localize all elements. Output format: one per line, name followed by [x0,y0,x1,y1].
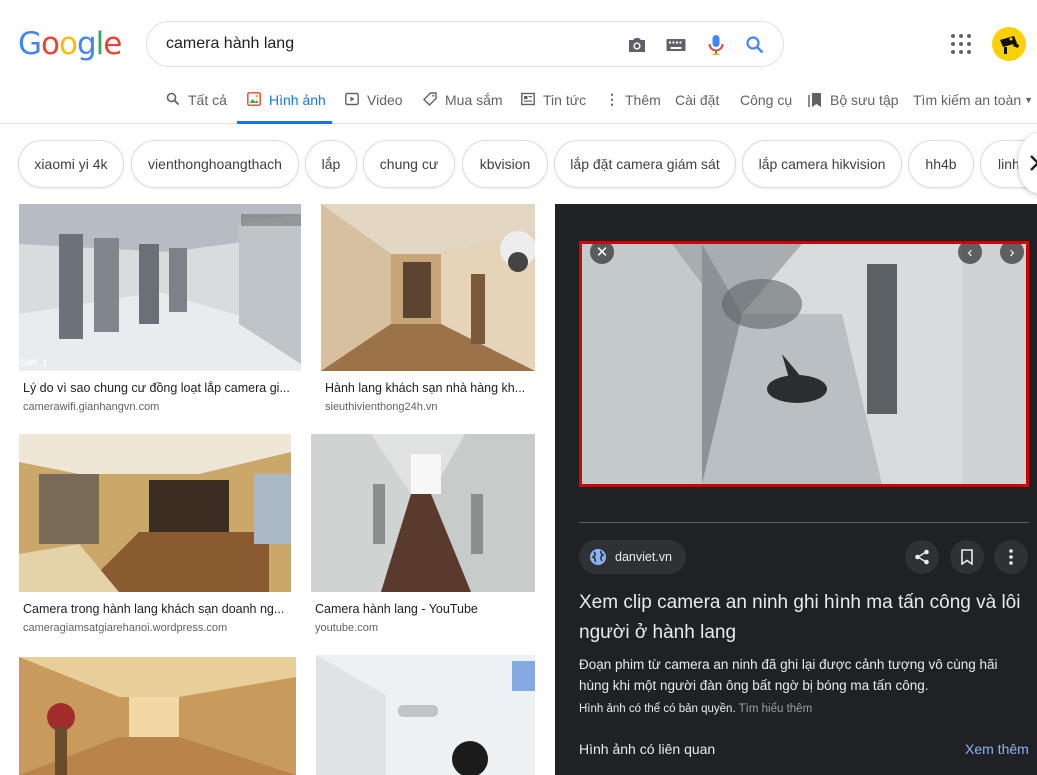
tab-news[interactable]: Tin tức [521,84,586,124]
see-more-link[interactable]: Xem thêm [965,741,1029,757]
close-icon[interactable]: ✕ [590,244,614,264]
result-thumbnail[interactable] [316,655,535,775]
tab-images[interactable]: Hình ảnh [237,84,332,124]
result-title[interactable]: Camera trong hành lang khách sạn doanh n… [23,602,288,616]
play-icon [345,92,361,108]
news-icon [521,92,537,108]
copyright-notice: Hình ảnh có thể có bản quyền. Tìm hiểu t… [579,703,812,715]
globe-icon [589,548,607,566]
safesearch-dropdown[interactable]: Tìm kiếm an toàn ▼ [913,84,1033,124]
caret-down-icon: ▼ [1024,95,1034,105]
save-button[interactable] [950,540,984,574]
result-thumbnail[interactable] [19,657,296,775]
chevron-right-icon[interactable]: › [1000,244,1024,264]
preview-image[interactable]: ✕ ‹ › [579,241,1029,487]
result-thumbnail[interactable]: CAM 3 [19,204,301,371]
learn-more-link[interactable]: Tìm hiểu thêm [739,703,813,715]
related-images-heading: Hình ảnh có liên quan [579,741,716,757]
search-input[interactable]: camera hành lang [166,35,294,53]
chip[interactable]: lắp [305,140,357,188]
tab-collections[interactable]: Bộ sưu tập [808,84,899,124]
result-site: sieuthivienthong24h.vn [325,401,438,413]
more-options-button[interactable] [994,540,1028,574]
tab-label: Tất cả [188,92,227,108]
result-title[interactable]: Camera hành lang - YouTube [315,602,530,616]
chevron-left-icon[interactable]: ‹ [958,244,982,264]
search-box[interactable]: camera hành lang [146,21,784,67]
tab-label: Bộ sưu tập [830,92,899,108]
result-site: camerawifi.gianhangvn.com [23,401,160,413]
copyright-text: Hình ảnh có thể có bản quyền. [579,703,736,715]
tab-label: Video [367,92,403,108]
result-thumbnail[interactable] [311,434,535,592]
tab-tools[interactable]: Công cụ [740,84,792,124]
tag-icon [423,92,439,108]
tab-all[interactable]: Tất cả [166,84,227,124]
related-chips: xiaomi yi 4k vienthonghoangthach lắp chu… [0,124,1037,204]
source-site-link[interactable]: danviet.vn [579,540,686,574]
share-button[interactable] [905,540,939,574]
tab-videos[interactable]: Video [345,84,403,124]
logo-letter: l [95,26,105,62]
header: Google camera hành lang Tất cả Hình ảnh … [0,0,1037,124]
image-overlay-text: CAM 3 [20,359,48,369]
result-thumbnail[interactable] [321,204,535,371]
image-preview-panel: ✕ ‹ › danviet.vn Xem clip camera an ninh… [555,204,1037,775]
source-site-label: danviet.vn [615,550,672,564]
google-logo[interactable]: Google [18,26,122,62]
search-icon [166,92,182,108]
result-site: cameragiamsatgiarehanoi.wordpress.com [23,622,228,634]
more-vert-icon: ⋮ [605,91,619,107]
tab-settings[interactable]: Cài đặt [675,84,719,124]
result-title[interactable]: Hành lang khách sạn nhà hàng kh... [325,381,530,395]
tab-label: Cài đặt [675,92,720,108]
share-icon [915,549,929,565]
chip[interactable]: kbvision [462,140,548,188]
logo-letter: o [41,26,60,62]
more-vert-icon [1009,549,1013,565]
logo-letter: o [59,26,78,62]
chip[interactable]: lắp camera hikvision [742,140,902,188]
bookmark-icon [961,549,973,565]
tab-label: Hình ảnh [269,92,326,108]
tab-shopping[interactable]: Mua sắm [423,84,503,124]
tab-label: Tìm kiếm an toàn [913,92,1022,108]
tab-label: Tin tức [543,92,587,108]
chip[interactable]: vienthonghoangthach [131,140,299,188]
microphone-icon[interactable] [704,33,728,57]
chip[interactable]: xiaomi yi 4k [18,140,124,188]
search-tabs: Tất cả Hình ảnh Video Mua sắm Tin tức ⋮ … [0,84,1037,124]
camera-icon[interactable] [625,33,649,57]
avatar[interactable] [992,27,1026,61]
chip[interactable]: chung cư [363,140,455,188]
result-title[interactable]: Lý do vì sao chung cư đồng loạt lắp came… [23,381,295,395]
logo-letter: e [103,26,122,62]
logo-letter: g [76,26,97,62]
preview-description: Đoạn phim từ camera an ninh đã ghi lại đ… [579,657,998,693]
tab-label: Mua sắm [445,92,503,108]
tab-label: Thêm [625,92,661,108]
tab-more[interactable]: ⋮ Thêm [605,84,661,124]
result-site: youtube.com [315,622,378,634]
bookmark-icon [808,92,824,108]
search-icon[interactable] [743,33,767,57]
chip[interactable]: lắp đặt camera giám sát [554,140,736,188]
apps-grid-icon[interactable] [950,33,972,55]
chevron-right-icon [1030,155,1037,171]
logo-letter: G [18,26,42,62]
divider [579,522,1029,523]
result-thumbnail[interactable] [19,434,291,592]
tab-label: Công cụ [740,92,793,108]
preview-title[interactable]: Xem clip camera an ninh ghi hình ma tấn … [579,588,1029,648]
image-icon [247,92,263,108]
chip[interactable]: hh4b [908,140,974,188]
keyboard-icon[interactable] [664,33,688,57]
